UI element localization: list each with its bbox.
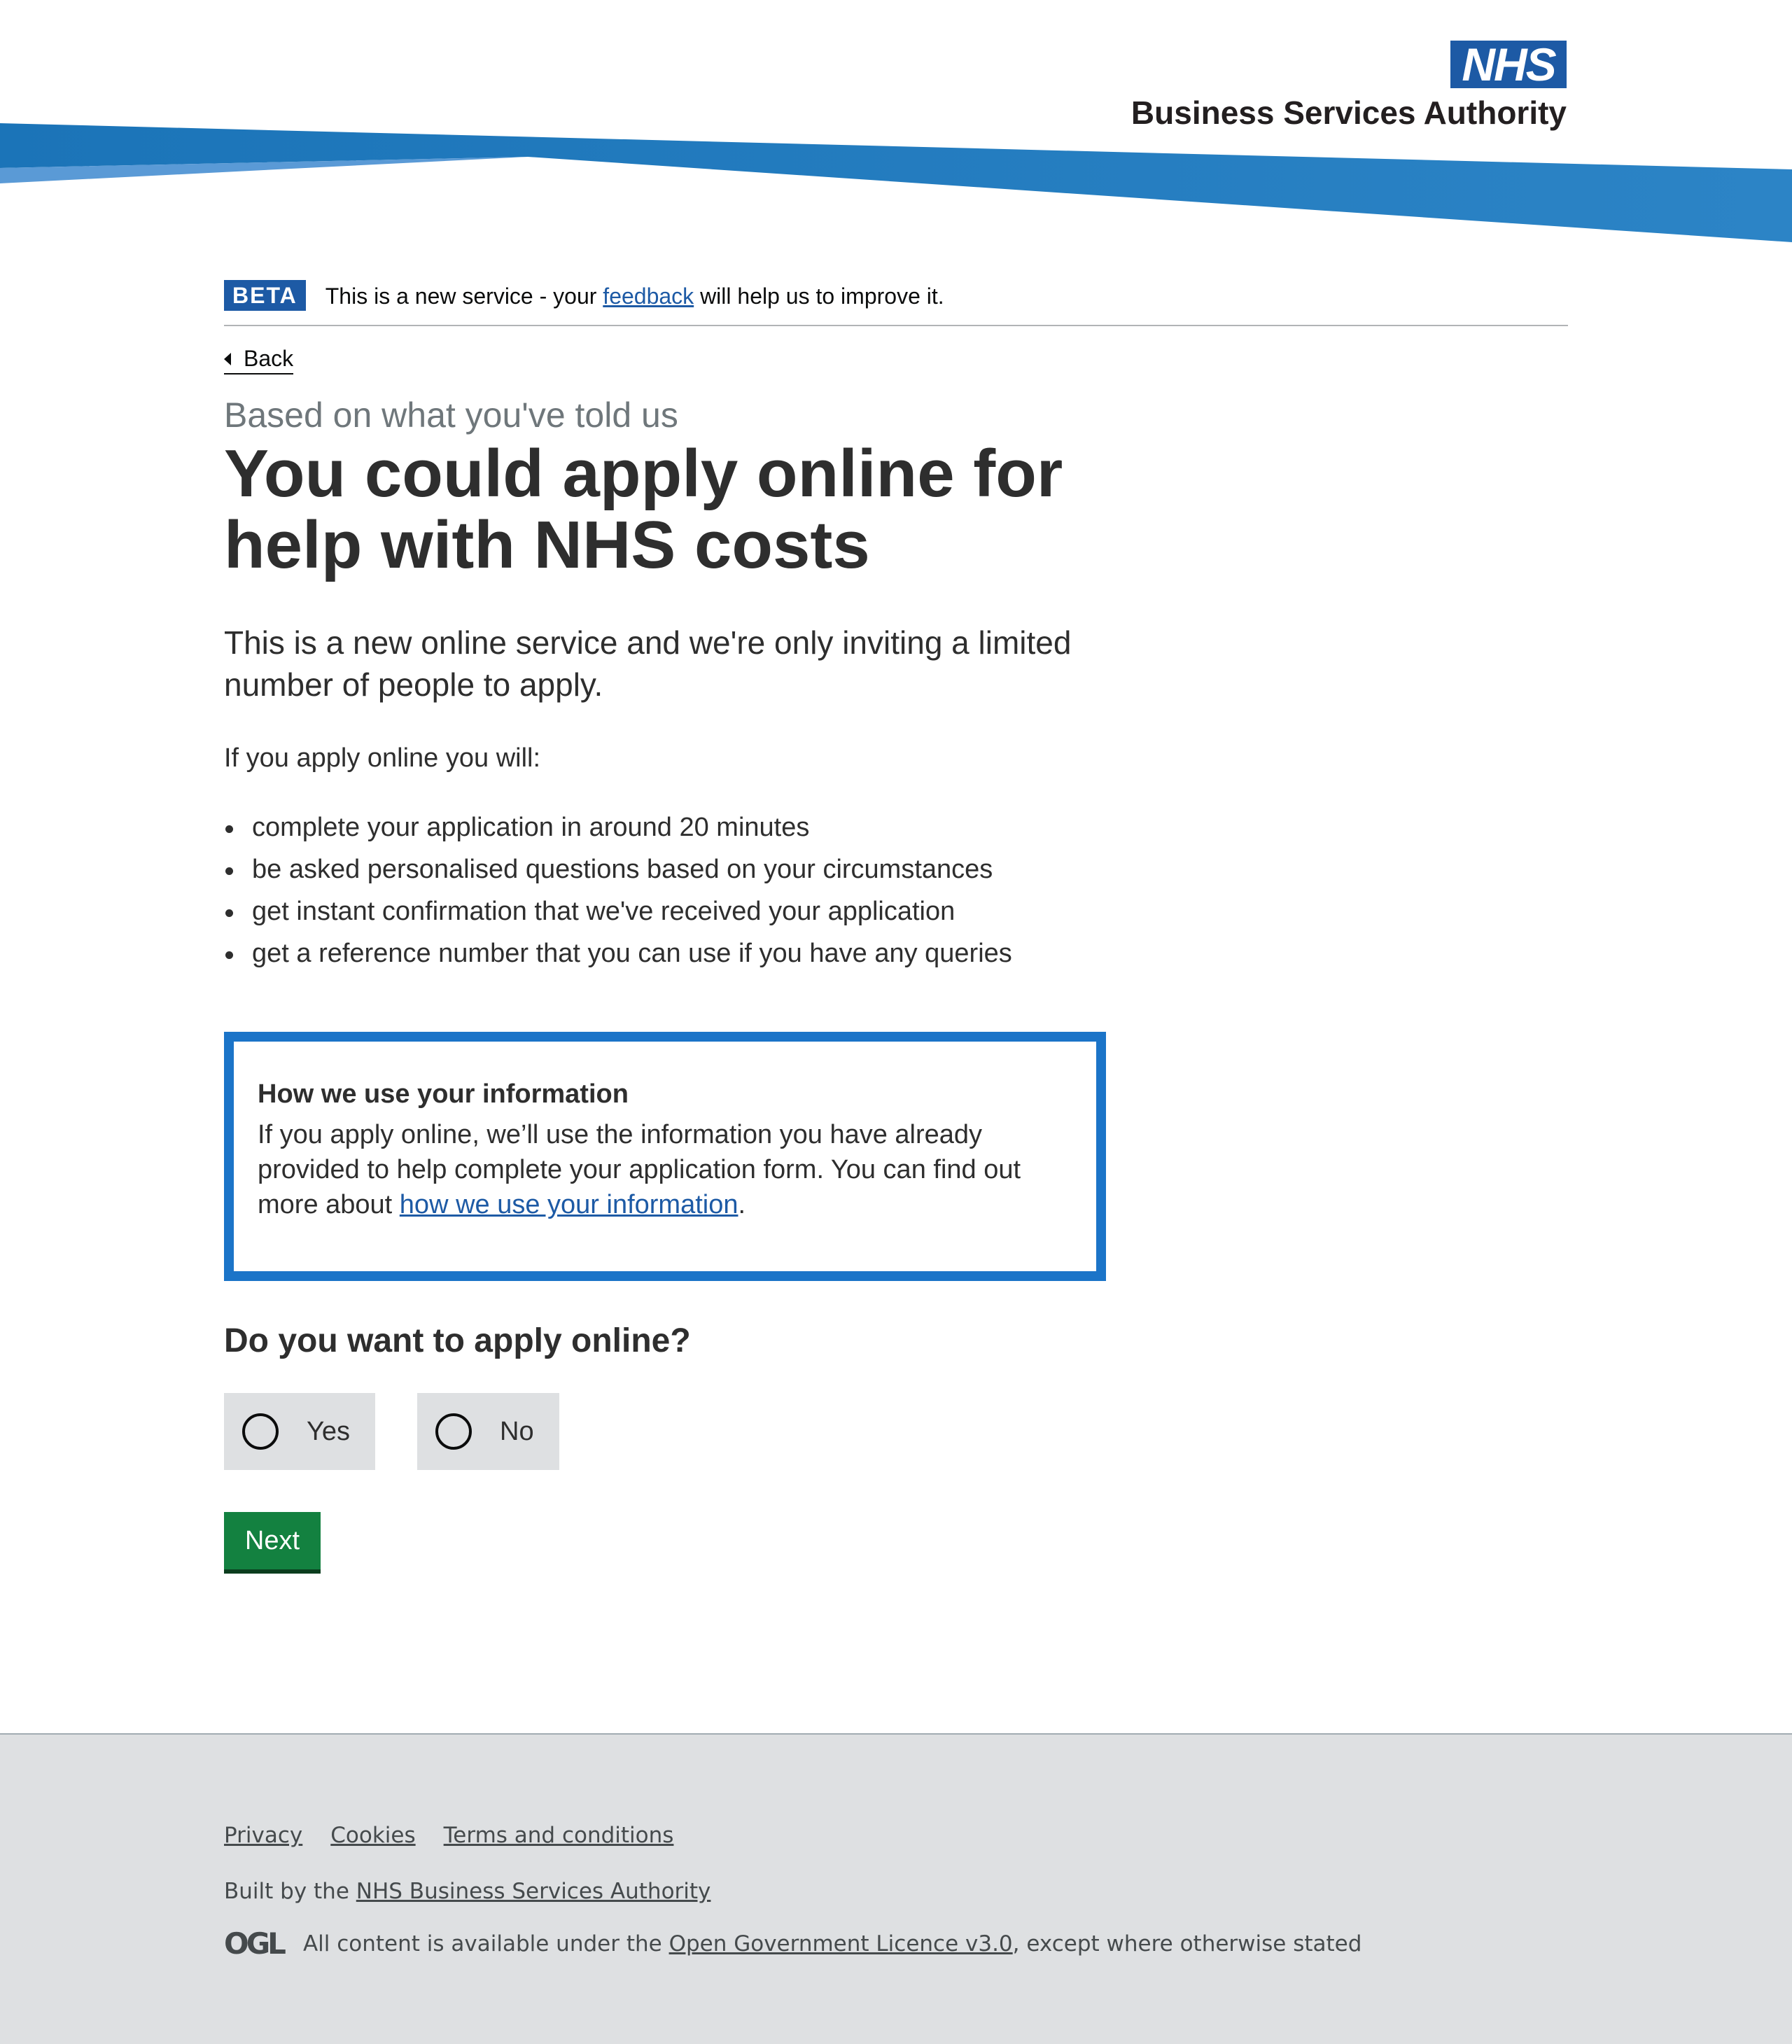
radio-yes-label: Yes: [307, 1416, 350, 1446]
licence-prefix: All content is available under the: [302, 1931, 669, 1956]
info-body-end: .: [738, 1190, 746, 1219]
footer-link-privacy[interactable]: Privacy: [224, 1823, 302, 1848]
built-by-prefix: Built by the: [224, 1879, 356, 1904]
next-button[interactable]: Next: [224, 1512, 321, 1569]
list-item: complete your application in around 20 m…: [225, 806, 1012, 848]
beta-text: This is a new service - your feedback wi…: [326, 280, 944, 312]
nhs-logo[interactable]: NHS: [1450, 41, 1567, 88]
chevron-left-icon: [224, 352, 231, 365]
org-name: Business Services Authority: [1130, 94, 1567, 131]
benefits-list: complete your application in around 20 m…: [224, 806, 1012, 974]
licence-text: All content is available under the Open …: [303, 1931, 1362, 1956]
site-header: NHS Business Services Authority: [0, 0, 1792, 252]
list-item: be asked personalised questions based on…: [225, 848, 1012, 890]
how-we-use-info-link[interactable]: how we use your information: [400, 1190, 738, 1219]
site-footer: Privacy Cookies Terms and conditions Bui…: [0, 1733, 1792, 2044]
info-panel: How we use your information If you apply…: [224, 1032, 1106, 1281]
back-link-label: Back: [244, 346, 294, 371]
page-title: You could apply online for help with NHS…: [224, 436, 1063, 582]
question-legend: Do you want to apply online?: [224, 1322, 691, 1359]
list-item: get a reference number that you can use …: [225, 932, 1012, 974]
radio-group: Yes No: [224, 1393, 601, 1470]
beta-tag: BETA: [224, 280, 306, 311]
footer-links: Privacy Cookies Terms and conditions: [224, 1823, 701, 1848]
info-panel-body: If you apply online, we’ll use the infor…: [258, 1117, 1049, 1222]
page-caption: Based on what you've told us: [224, 396, 678, 435]
radio-circle-icon[interactable]: [435, 1413, 472, 1450]
ogl-link[interactable]: Open Government Licence v3.0: [669, 1931, 1013, 1956]
built-by: Built by the NHS Business Services Autho…: [224, 1879, 710, 1904]
nhs-logo-text: NHS: [1450, 41, 1567, 88]
radio-no-label: No: [500, 1416, 534, 1446]
radio-yes[interactable]: Yes: [224, 1393, 375, 1470]
intro-paragraph: If you apply online you will:: [224, 743, 541, 773]
info-panel-heading: How we use your information: [258, 1079, 629, 1109]
back-link[interactable]: Back: [224, 346, 294, 374]
radio-circle-icon[interactable]: [242, 1413, 279, 1450]
licence-statement: OGL All content is available under the O…: [224, 1926, 1362, 1961]
list-item: get instant confirmation that we've rece…: [225, 890, 1012, 932]
footer-link-terms[interactable]: Terms and conditions: [444, 1823, 674, 1848]
beta-banner: BETA This is a new service - your feedba…: [224, 280, 1568, 326]
beta-text-before: This is a new service - your: [325, 284, 603, 309]
footer-link-cookies[interactable]: Cookies: [330, 1823, 415, 1848]
nhsbsa-link[interactable]: NHS Business Services Authority: [356, 1879, 711, 1904]
radio-no[interactable]: No: [417, 1393, 559, 1470]
feedback-link[interactable]: feedback: [603, 284, 694, 309]
ogl-logo-icon: OGL: [224, 1926, 286, 1961]
beta-text-after: will help us to improve it.: [694, 284, 944, 309]
licence-suffix: , except where otherwise stated: [1012, 1931, 1362, 1956]
lead-paragraph: This is a new online service and we're o…: [224, 624, 1072, 703]
